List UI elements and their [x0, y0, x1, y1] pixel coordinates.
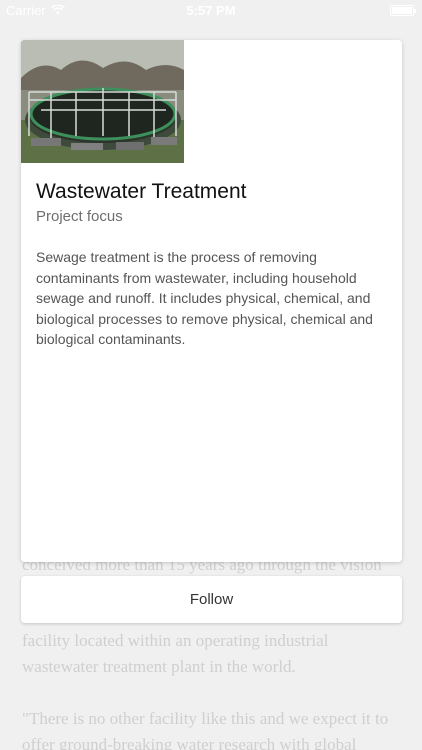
background-text-line: facility located within an operating ind…	[22, 631, 329, 676]
battery-icon	[390, 5, 416, 16]
status-time: 5:57 PM	[186, 3, 236, 18]
card-description: Sewage treatment is the process of remov…	[36, 249, 373, 347]
topic-image	[21, 40, 184, 163]
card-subtitle: Project focus	[36, 208, 123, 225]
card-title: Wastewater Treatment	[36, 180, 247, 203]
background-text-line: "There is no other facility like this an…	[22, 709, 389, 750]
follow-button[interactable]: Follow	[21, 576, 402, 623]
topic-card: Wastewater Treatment Project focus Sewag…	[21, 40, 402, 562]
status-bar: Carrier 5:57 PM	[0, 0, 422, 22]
